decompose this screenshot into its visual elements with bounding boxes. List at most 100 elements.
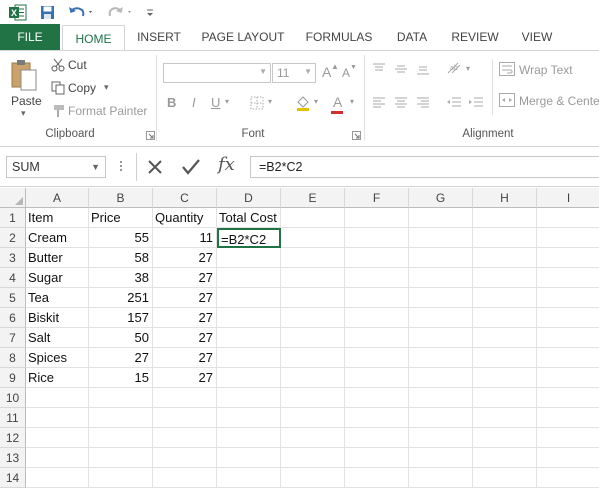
row-header-3[interactable]: 3 [0,248,26,268]
cell-i6[interactable] [537,308,599,328]
font-launcher-icon[interactable] [352,131,361,140]
fill-color-icon[interactable] [294,94,312,112]
font-color-dropdown-icon[interactable]: ▾ [350,97,354,106]
copy-dropdown-icon[interactable]: ▾ [104,82,109,93]
cell-i13[interactable] [537,448,599,468]
tab-review[interactable]: REVIEW [446,24,504,50]
cell-i1[interactable] [537,208,599,228]
cell-b2[interactable]: 55 [89,228,153,248]
column-header-d[interactable]: D [217,188,281,208]
save-icon[interactable] [38,2,56,22]
cell-g14[interactable] [409,468,473,488]
cell-g4[interactable] [409,268,473,288]
cell-h3[interactable] [473,248,537,268]
merge-center-icon[interactable] [499,93,515,107]
cell-a5[interactable]: Tea [26,288,89,308]
cell-d3[interactable] [217,248,281,268]
worksheet-grid[interactable]: ABCDEFGHI 1 2 3 4 5 6 7 8 9 10 11 12 13 14 Item Price Q… [0,188,599,490]
row-header-5[interactable]: 5 [0,288,26,308]
format-painter-label[interactable]: Format Painter [68,104,147,118]
cell-h8[interactable] [473,348,537,368]
cell-h2[interactable] [473,228,537,248]
formula-bar-grip[interactable] [120,159,123,175]
cell-h11[interactable] [473,408,537,428]
row-header-14[interactable]: 14 [0,468,26,488]
cell-d8[interactable] [217,348,281,368]
column-header-f[interactable]: F [345,188,409,208]
tab-home[interactable]: HOME [62,25,125,51]
cell-i3[interactable] [537,248,599,268]
cell-a14[interactable] [26,468,89,488]
cell-g3[interactable] [409,248,473,268]
cell-b14[interactable] [89,468,153,488]
cell-i9[interactable] [537,368,599,388]
copy-icon[interactable] [50,80,66,96]
wrap-text-icon[interactable] [499,62,515,76]
row-header-6[interactable]: 6 [0,308,26,328]
cell-e5[interactable] [281,288,345,308]
bold-button[interactable]: B [167,95,176,110]
cell-a2[interactable]: Cream [26,228,89,248]
cell-g10[interactable] [409,388,473,408]
cell-c14[interactable] [153,468,217,488]
fill-color-dropdown-icon[interactable]: ▾ [314,97,318,106]
cell-a13[interactable] [26,448,89,468]
cell-i4[interactable] [537,268,599,288]
column-header-b[interactable]: B [89,188,153,208]
cell-g1[interactable] [409,208,473,228]
decrease-indent-icon[interactable] [446,97,462,109]
insert-function-button[interactable]: fx [218,154,235,175]
cell-b5[interactable]: 251 [89,288,153,308]
tab-formulas[interactable]: FORMULAS [298,24,380,50]
row-header-12[interactable]: 12 [0,428,26,448]
column-header-c[interactable]: C [153,188,217,208]
bottom-align-icon[interactable] [416,63,430,75]
paste-dropdown-icon[interactable]: ▾ [21,108,26,119]
tab-insert[interactable]: INSERT [128,24,190,50]
cell-b1[interactable]: Price [89,208,153,228]
cell-i10[interactable] [537,388,599,408]
select-all-button[interactable] [0,188,26,208]
cell-d4[interactable] [217,268,281,288]
wrap-text-label[interactable]: Wrap Text [519,63,573,77]
merge-center-label[interactable]: Merge & Cente [519,94,599,108]
cell-b7[interactable]: 50 [89,328,153,348]
cell-i8[interactable] [537,348,599,368]
cell-d5[interactable] [217,288,281,308]
cancel-icon[interactable] [146,158,164,176]
cell-d13[interactable] [217,448,281,468]
cell-a6[interactable]: Biskit [26,308,89,328]
active-cell-d2[interactable]: =B2*C2 [217,228,281,248]
cell-e7[interactable] [281,328,345,348]
cell-g6[interactable] [409,308,473,328]
borders-dropdown-icon[interactable]: ▾ [268,97,272,106]
tab-page-layout[interactable]: PAGE LAYOUT [196,24,290,50]
cell-d12[interactable] [217,428,281,448]
cell-f5[interactable] [345,288,409,308]
cell-g8[interactable] [409,348,473,368]
cell-b12[interactable] [89,428,153,448]
paste-icon[interactable] [8,57,40,93]
cut-icon[interactable] [50,57,66,73]
cell-e4[interactable] [281,268,345,288]
cell-e1[interactable] [281,208,345,228]
cell-i11[interactable] [537,408,599,428]
cell-h7[interactable] [473,328,537,348]
row-header-8[interactable]: 8 [0,348,26,368]
cell-f14[interactable] [345,468,409,488]
cell-b3[interactable]: 58 [89,248,153,268]
borders-icon[interactable] [248,95,266,111]
cell-i7[interactable] [537,328,599,348]
cell-a3[interactable]: Butter [26,248,89,268]
cell-e3[interactable] [281,248,345,268]
row-header-4[interactable]: 4 [0,268,26,288]
cell-e11[interactable] [281,408,345,428]
cell-g2[interactable] [409,228,473,248]
redo-icon[interactable] [106,2,136,22]
cell-d10[interactable] [217,388,281,408]
cell-c1[interactable]: Quantity [153,208,217,228]
cell-g12[interactable] [409,428,473,448]
cell-g5[interactable] [409,288,473,308]
cell-e2[interactable] [281,228,345,248]
cell-b11[interactable] [89,408,153,428]
